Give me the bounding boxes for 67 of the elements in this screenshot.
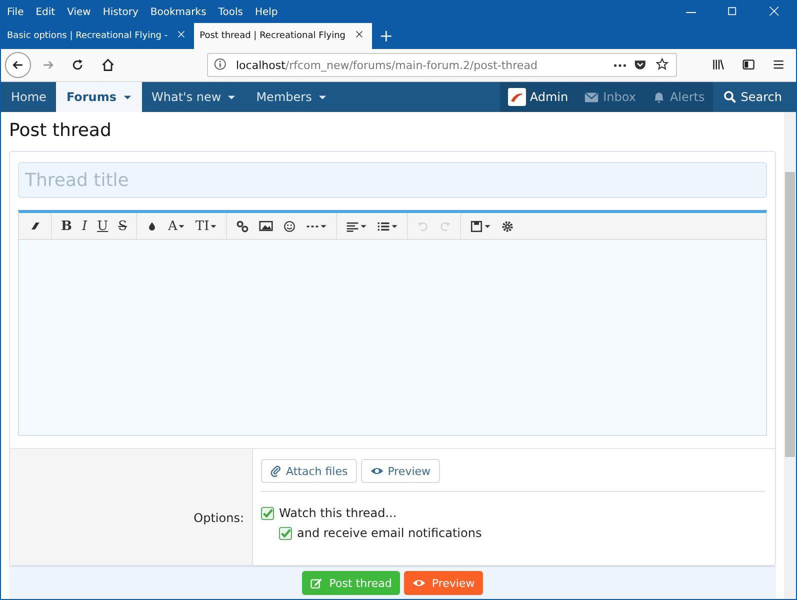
close-icon: [354, 28, 366, 40]
caret-icon: [391, 222, 398, 230]
new-tab-icon: [380, 30, 394, 44]
sidebar-icon: [742, 58, 756, 72]
arrow-left-icon: [11, 58, 25, 72]
browser-tab[interactable]: Post thread | Recreational Flying: [194, 23, 372, 49]
caret-icon: [227, 92, 236, 102]
search-icon: [722, 90, 737, 104]
options-label: Options:: [192, 511, 245, 525]
edit-icon: [310, 576, 324, 590]
menu-item[interactable]: Edit: [36, 6, 56, 18]
menu-item[interactable]: Bookmarks: [150, 6, 206, 18]
page-title: Post thread: [9, 120, 112, 141]
checkbox[interactable]: [261, 506, 274, 520]
browser-tab[interactable]: Basic options | Recreational Flying -: [1, 23, 194, 49]
checkbox-option[interactable]: Watch this thread...: [261, 506, 765, 520]
menu-item[interactable]: View: [67, 6, 91, 18]
thread-title-field[interactable]: Thread title: [18, 162, 767, 198]
caret-icon: [484, 222, 492, 230]
toolbar-button[interactable]: B: [56, 215, 77, 237]
menu-item[interactable]: Help: [254, 6, 278, 18]
redo-icon: [439, 220, 452, 232]
library-icon: [712, 58, 726, 72]
nav-tab[interactable]: Home: [1, 82, 56, 112]
menu-item[interactable]: History: [102, 6, 138, 18]
checkbox-option[interactable]: and receive email notifications: [279, 526, 765, 540]
account-link[interactable]: Admin: [500, 82, 576, 112]
nav-tab[interactable]: Members: [246, 82, 337, 112]
align-left-icon: [346, 220, 360, 232]
attach-button[interactable]: Attach files: [261, 459, 357, 483]
bell-icon: [652, 90, 666, 104]
attach-button[interactable]: Preview: [360, 459, 440, 483]
caret-icon: [320, 222, 328, 230]
toolbar-button[interactable]: TI: [190, 215, 222, 237]
menu-item[interactable]: Tools: [218, 6, 243, 18]
dots-icon: [614, 64, 626, 66]
nav-tab[interactable]: What's new: [142, 82, 246, 112]
menu-item[interactable]: File: [7, 6, 24, 18]
address-bar[interactable]: localhost/rfcom_new/forums/main-forum.2/post-thread: [207, 53, 677, 77]
caret-icon: [318, 92, 327, 102]
logo-avatar-icon: [508, 88, 526, 106]
toolbar-button[interactable]: U: [92, 215, 114, 237]
account-link[interactable]: Search: [712, 82, 796, 112]
caret-icon: [210, 222, 218, 230]
toolbar-button[interactable]: S: [113, 215, 132, 237]
image-icon: [259, 219, 274, 233]
smiley-icon: [283, 220, 296, 232]
home-icon: [101, 58, 115, 72]
undo-icon: [417, 220, 430, 232]
paperclip-icon: [270, 465, 282, 477]
mail-icon: [584, 90, 600, 104]
toolbar-button[interactable]: I: [77, 215, 92, 237]
star-icon: [656, 58, 670, 72]
arrow-right-icon: [41, 58, 55, 72]
reload-icon: [71, 58, 85, 72]
caret-icon: [122, 92, 132, 102]
back-button[interactable]: [5, 52, 31, 78]
pocket-icon: [634, 58, 648, 72]
checkbox[interactable]: [279, 526, 292, 540]
list-icon: [377, 220, 390, 232]
settings-icon: [501, 220, 514, 232]
info-icon: [214, 58, 228, 72]
nav-tab[interactable]: Forums: [56, 82, 142, 112]
caret-icon: [360, 222, 368, 230]
toolbar-button[interactable]: A: [163, 215, 190, 237]
caret-icon: [178, 222, 186, 230]
scrollbar[interactable]: [784, 112, 796, 599]
